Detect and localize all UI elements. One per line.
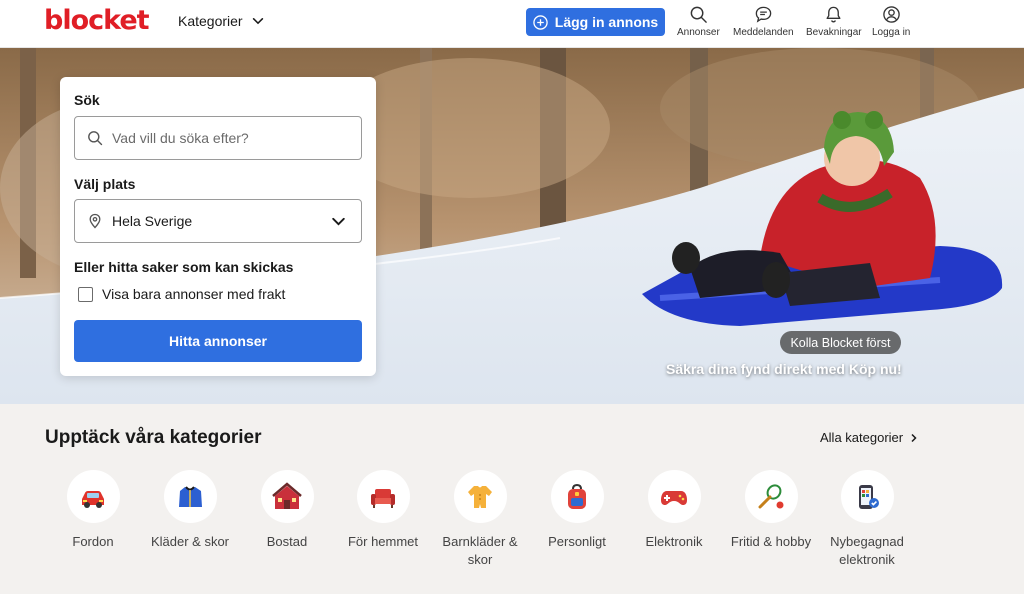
nav-login[interactable]: Logga in xyxy=(872,5,910,38)
user-icon xyxy=(882,6,900,23)
post-ad-button[interactable]: Lägg in annons xyxy=(526,8,665,36)
blocket-logo[interactable]: blocket xyxy=(44,5,150,36)
category-personal[interactable]: Personligt xyxy=(532,470,622,551)
shipping-heading: Eller hitta saker som kan skickas xyxy=(74,259,294,275)
category-icon-circle xyxy=(647,470,701,523)
jacket-icon xyxy=(179,485,202,507)
search-icon xyxy=(88,131,103,146)
backpack-icon xyxy=(568,483,586,509)
category-vehicles[interactable]: Fordon xyxy=(48,470,138,551)
bell-icon xyxy=(826,6,841,23)
category-label: För hemmet xyxy=(347,534,419,549)
nav-ads[interactable]: Annonser xyxy=(677,5,720,38)
category-housing[interactable]: Bostad xyxy=(242,470,332,551)
all-categories-link[interactable]: Alla kategorier xyxy=(820,430,919,445)
category-leisure[interactable]: Fritid & hobby xyxy=(726,470,816,551)
hero-banner: Sök Vad vill du söka efter? Välj plats H… xyxy=(0,48,1024,404)
category-icon-circle xyxy=(744,470,798,523)
top-header: blocket Kategorier Lägg in annons Annons… xyxy=(0,0,1024,48)
armchair-icon xyxy=(371,488,395,508)
search-input[interactable]: Vad vill du söka efter? xyxy=(74,116,362,160)
post-ad-label: Lägg in annons xyxy=(554,14,659,30)
category-label: Personligt xyxy=(548,534,606,549)
plus-circle-icon xyxy=(533,14,548,30)
search-card: Sök Vad vill du söka efter? Välj plats H… xyxy=(60,77,376,376)
categories-dropdown[interactable]: Kategorier xyxy=(178,13,265,29)
search-label: Sök xyxy=(74,92,100,108)
nav-messages[interactable]: Meddelanden xyxy=(733,5,794,38)
category-kids-clothes[interactable]: Barnkläder & skor xyxy=(435,470,525,568)
nav-ads-label: Annonser xyxy=(677,27,720,38)
shipping-checkbox-label: Visa bara annonser med frakt xyxy=(102,286,286,302)
category-label: Fritid & hobby xyxy=(730,534,812,549)
shipping-checkbox-row[interactable]: Visa bara annonser med frakt xyxy=(78,286,285,302)
search-placeholder: Vad vill du söka efter? xyxy=(112,130,249,146)
category-icon-circle xyxy=(356,470,410,523)
category-clothes[interactable]: Kläder & skor xyxy=(145,470,235,551)
house-icon xyxy=(272,481,302,509)
category-label: Bostad xyxy=(266,534,308,549)
car-icon xyxy=(82,490,104,508)
location-pin-icon xyxy=(89,213,101,229)
promo-text[interactable]: Säkra dina fynd direkt med Köp nu! xyxy=(666,361,902,377)
nav-watches[interactable]: Bevakningar xyxy=(806,5,862,38)
category-label: Fordon xyxy=(72,534,114,549)
location-select[interactable]: Hela Sverige xyxy=(74,199,362,243)
category-label: Elektronik xyxy=(645,534,703,549)
categories-title: Upptäck våra kategorier xyxy=(45,427,262,448)
onesie-icon xyxy=(468,485,492,508)
find-ads-button[interactable]: Hitta annonser xyxy=(74,320,362,362)
category-label: Kläder & skor xyxy=(150,534,230,549)
location-label: Välj plats xyxy=(74,176,136,192)
chevron-down-icon xyxy=(252,18,263,25)
category-electronics[interactable]: Elektronik xyxy=(629,470,719,551)
all-categories-label: Alla kategorier xyxy=(820,430,904,445)
categories-dropdown-label: Kategorier xyxy=(178,13,243,29)
category-refurbished-electronics[interactable]: Nybegagnad elektronik xyxy=(822,470,912,568)
nav-messages-label: Meddelanden xyxy=(733,27,794,38)
category-icon-circle xyxy=(260,470,314,523)
racket-icon xyxy=(758,483,784,508)
category-icon-circle xyxy=(66,470,120,523)
category-home[interactable]: För hemmet xyxy=(338,470,428,551)
chevron-right-icon xyxy=(911,433,917,442)
phone-icon xyxy=(859,484,879,509)
chevron-down-icon xyxy=(332,217,345,226)
category-icon-circle xyxy=(840,470,894,523)
categories-section: Upptäck våra kategorier Alla kategorier … xyxy=(0,404,1024,594)
nav-login-label: Logga in xyxy=(872,27,911,38)
location-value: Hela Sverige xyxy=(112,213,193,229)
category-label: Nybegagnad elektronik xyxy=(830,534,904,567)
nav-watches-label: Bevakningar xyxy=(806,27,862,38)
category-label: Barnkläder & skor xyxy=(442,534,518,567)
gamepad-icon xyxy=(661,490,687,505)
category-icon-circle xyxy=(550,470,604,523)
chat-icon xyxy=(755,6,772,23)
category-icon-circle xyxy=(163,470,217,523)
category-icon-circle xyxy=(453,470,507,523)
search-icon xyxy=(690,6,707,23)
promo-badge[interactable]: Kolla Blocket först xyxy=(780,331,901,354)
shipping-checkbox[interactable] xyxy=(78,286,93,302)
